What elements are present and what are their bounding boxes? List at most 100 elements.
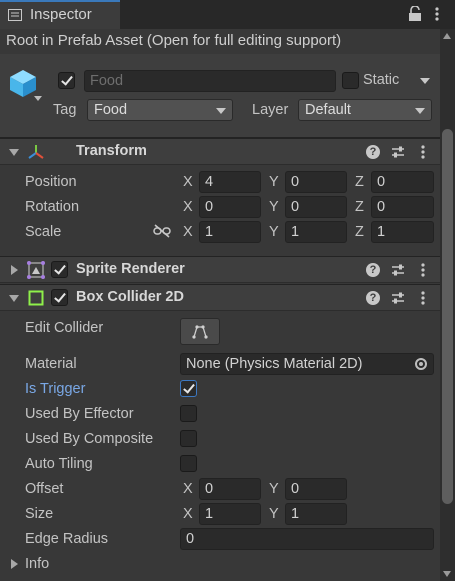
offset-x-field[interactable]: 0 bbox=[199, 478, 261, 500]
static-checkbox[interactable] bbox=[342, 72, 359, 89]
edit-collider-icon bbox=[192, 325, 208, 339]
box-collider-title: Box Collider 2D bbox=[76, 289, 184, 305]
axis-x-label: X bbox=[183, 199, 193, 215]
gameobject-active-checkbox[interactable] bbox=[58, 72, 75, 89]
axis-x-label: X bbox=[183, 174, 193, 190]
size-label: Size bbox=[25, 506, 54, 522]
object-picker-icon[interactable] bbox=[415, 358, 427, 370]
foldout-collapsed-icon[interactable] bbox=[11, 265, 18, 275]
edge-radius-label: Edge Radius bbox=[25, 531, 109, 547]
used-by-composite-label: Used By Composite bbox=[25, 431, 154, 447]
material-value: None (Physics Material 2D) bbox=[186, 356, 363, 372]
scroll-thumb[interactable] bbox=[442, 129, 453, 504]
prefab-notice-bar: Root in Prefab Asset (Open for full edit… bbox=[0, 29, 440, 54]
tab-inspector[interactable]: Inspector bbox=[0, 0, 120, 29]
transform-axes-icon bbox=[28, 145, 44, 159]
auto-tiling-label: Auto Tiling bbox=[25, 456, 93, 472]
offset-y-field[interactable]: 0 bbox=[285, 478, 347, 500]
sprite-renderer-title: Sprite Renderer bbox=[76, 261, 185, 277]
preset-sliders-icon[interactable] bbox=[391, 291, 405, 305]
kebab-menu-icon[interactable] bbox=[419, 290, 427, 306]
axis-y-label: Y bbox=[269, 174, 279, 190]
edit-collider-button[interactable] bbox=[180, 318, 220, 345]
axis-z-label: Z bbox=[355, 224, 364, 240]
axis-z-label: Z bbox=[355, 199, 364, 215]
scale-z-field[interactable]: 1 bbox=[371, 221, 434, 243]
gameobject-name-field[interactable]: Food bbox=[84, 70, 336, 92]
used-by-effector-label: Used By Effector bbox=[25, 406, 134, 422]
help-icon[interactable]: ? bbox=[366, 291, 380, 305]
static-dropdown-arrow-icon[interactable] bbox=[420, 78, 430, 84]
lock-icon[interactable] bbox=[408, 6, 422, 22]
kebab-menu-icon[interactable] bbox=[419, 262, 427, 278]
prefab-notice-text: Root in Prefab Asset (Open for full edit… bbox=[6, 32, 342, 49]
is-trigger-checkbox[interactable] bbox=[180, 380, 197, 397]
scale-label: Scale bbox=[25, 224, 62, 240]
scroll-down-arrow-icon[interactable] bbox=[443, 571, 451, 577]
info-label[interactable]: Info bbox=[25, 556, 49, 572]
transform-header[interactable]: Transform ? bbox=[0, 138, 440, 165]
axis-y-label: Y bbox=[269, 481, 279, 497]
transform-title: Transform bbox=[76, 143, 147, 159]
offset-label: Offset bbox=[25, 481, 64, 497]
sprite-renderer-enabled-checkbox[interactable] bbox=[51, 261, 68, 278]
axis-x-label: X bbox=[183, 481, 193, 497]
used-by-effector-checkbox[interactable] bbox=[180, 405, 197, 422]
gameobject-header: Food Static Tag Food Layer Default bbox=[0, 54, 440, 138]
size-y-field[interactable]: 1 bbox=[285, 503, 347, 525]
static-label: Static bbox=[363, 72, 400, 88]
material-label: Material bbox=[25, 356, 77, 372]
help-icon[interactable]: ? bbox=[366, 263, 380, 277]
is-trigger-label: Is Trigger bbox=[25, 381, 86, 397]
used-by-composite-checkbox[interactable] bbox=[180, 430, 197, 447]
position-label: Position bbox=[25, 174, 77, 190]
box-collider-header[interactable]: Box Collider 2D ? bbox=[0, 284, 440, 311]
scroll-up-arrow-icon[interactable] bbox=[443, 33, 451, 39]
box-collider-enabled-checkbox[interactable] bbox=[51, 289, 68, 306]
chevron-down-icon bbox=[415, 108, 425, 114]
box-collider-icon bbox=[28, 290, 44, 306]
constrain-proportions-icon[interactable] bbox=[153, 224, 171, 238]
axis-z-label: Z bbox=[355, 174, 364, 190]
axis-x-label: X bbox=[183, 506, 193, 522]
info-foldout-icon[interactable] bbox=[11, 559, 18, 569]
axis-y-label: Y bbox=[269, 224, 279, 240]
axis-x-label: X bbox=[183, 224, 193, 240]
preset-sliders-icon[interactable] bbox=[391, 145, 405, 159]
chevron-down-icon bbox=[216, 108, 226, 114]
help-icon[interactable]: ? bbox=[366, 145, 380, 159]
sprite-renderer-header[interactable]: Sprite Renderer ? bbox=[0, 256, 440, 283]
rotation-label: Rotation bbox=[25, 199, 80, 215]
tab-label: Inspector bbox=[30, 6, 92, 23]
edge-radius-field[interactable]: 0 bbox=[180, 528, 434, 550]
auto-tiling-checkbox[interactable] bbox=[180, 455, 197, 472]
layer-dropdown[interactable]: Default bbox=[298, 99, 432, 121]
layer-value: Default bbox=[305, 102, 351, 118]
kebab-menu-icon[interactable] bbox=[419, 144, 427, 160]
kebab-menu-icon[interactable] bbox=[433, 6, 441, 22]
foldout-expanded-icon[interactable] bbox=[9, 295, 19, 302]
scale-y-field[interactable]: 1 bbox=[285, 221, 347, 243]
rotation-y-field[interactable]: 0 bbox=[285, 196, 347, 218]
layer-label: Layer bbox=[252, 102, 289, 118]
axis-y-label: Y bbox=[269, 506, 279, 522]
size-x-field[interactable]: 1 bbox=[199, 503, 261, 525]
preset-sliders-icon[interactable] bbox=[391, 263, 405, 277]
edit-collider-label: Edit Collider bbox=[25, 320, 104, 336]
vertical-scrollbar[interactable] bbox=[440, 29, 455, 581]
foldout-expanded-icon[interactable] bbox=[9, 149, 19, 156]
scale-x-field[interactable]: 1 bbox=[199, 221, 261, 243]
position-y-field[interactable]: 0 bbox=[285, 171, 347, 193]
inspector-icon bbox=[8, 9, 22, 21]
sprite-renderer-icon bbox=[27, 261, 45, 279]
cube-icon bbox=[10, 70, 36, 97]
rotation-z-field[interactable]: 0 bbox=[371, 196, 434, 218]
material-object-field[interactable]: None (Physics Material 2D) bbox=[180, 353, 434, 375]
position-z-field[interactable]: 0 bbox=[371, 171, 434, 193]
icon-dropdown-arrow-icon[interactable] bbox=[34, 96, 42, 101]
position-x-field[interactable]: 4 bbox=[199, 171, 261, 193]
tab-bar: Inspector bbox=[0, 0, 455, 29]
tag-label: Tag bbox=[53, 102, 77, 118]
rotation-x-field[interactable]: 0 bbox=[199, 196, 261, 218]
tag-dropdown[interactable]: Food bbox=[87, 99, 233, 121]
